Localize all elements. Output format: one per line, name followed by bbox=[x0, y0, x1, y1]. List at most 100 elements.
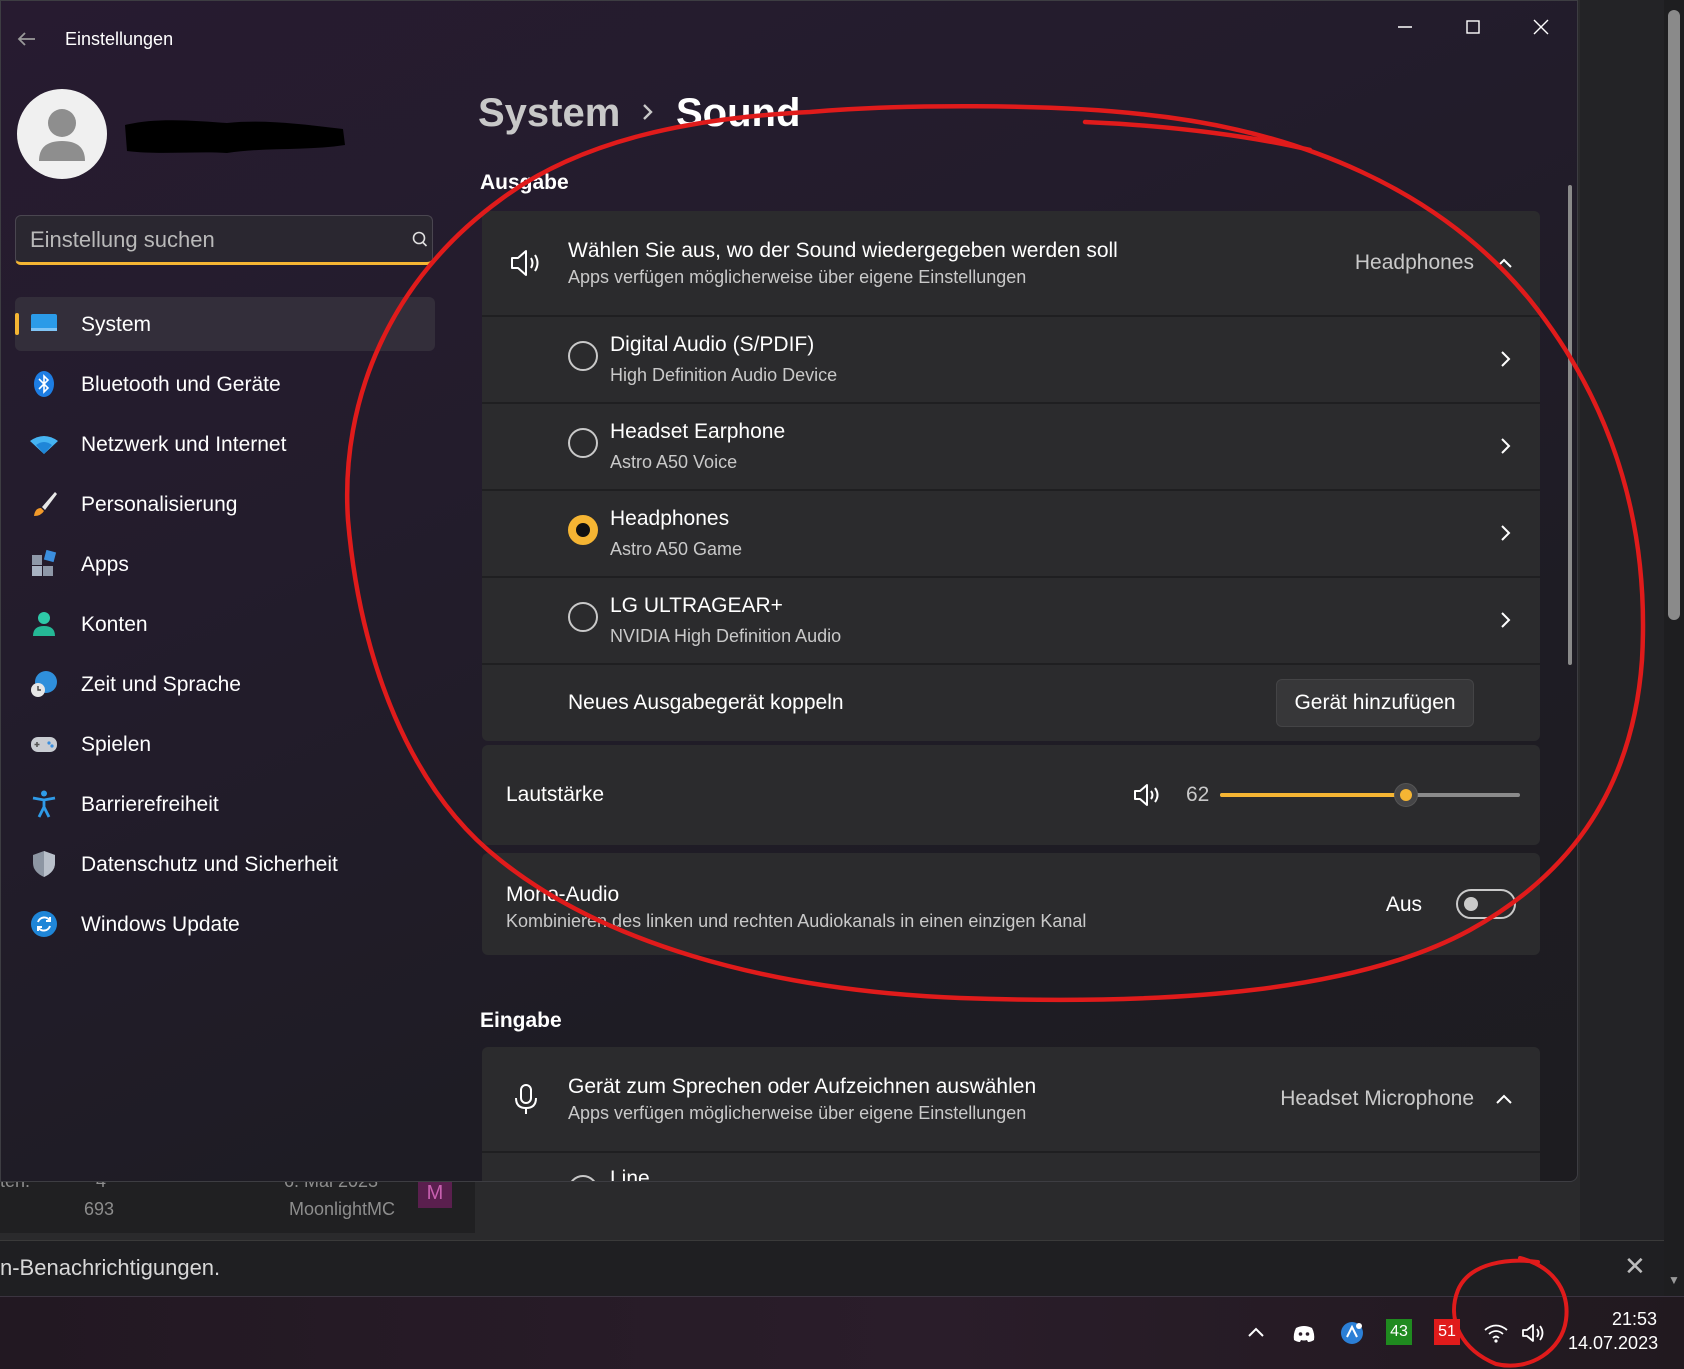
input-device-row[interactable]: Line bbox=[482, 1151, 1540, 1181]
window-title: Einstellungen bbox=[65, 29, 174, 49]
search-icon[interactable] bbox=[410, 230, 430, 250]
toggle-state-label: Aus bbox=[1385, 893, 1422, 916]
scroll-down-arrow-icon[interactable]: ▼ bbox=[1666, 1272, 1682, 1288]
discord-icon[interactable] bbox=[1290, 1319, 1318, 1347]
slider-thumb[interactable] bbox=[1394, 783, 1418, 807]
mono-audio-card: Mono-Audio Kombinieren des linken und re… bbox=[482, 853, 1540, 955]
sidebar-item-accessibility[interactable]: Barrierefreiheit bbox=[15, 777, 435, 837]
sidebar-item-label: Spielen bbox=[81, 733, 152, 756]
row-count-2: 693 bbox=[84, 1199, 115, 1219]
chevron-up-icon[interactable] bbox=[1494, 255, 1514, 271]
background-scrollbar-thumb[interactable] bbox=[1668, 10, 1680, 620]
microphone-icon bbox=[515, 1084, 537, 1114]
close-window-button[interactable] bbox=[1517, 11, 1565, 43]
input-header-title: Gerät zum Sprechen oder Aufzeichnen ausw… bbox=[568, 1075, 1037, 1098]
radio-button[interactable] bbox=[568, 1175, 598, 1181]
clock-date[interactable]: 14.07.2023 bbox=[1568, 1333, 1658, 1354]
globe-clock-icon bbox=[31, 671, 57, 697]
chevron-right-icon[interactable] bbox=[1500, 610, 1512, 630]
input-header-subtitle: Apps verfügen möglicherweise über eigene… bbox=[568, 1103, 1027, 1123]
clock-time[interactable]: 21:53 bbox=[1612, 1309, 1657, 1330]
redacted-username bbox=[125, 120, 345, 153]
account-icon bbox=[33, 612, 55, 636]
section-title-input: Eingabe bbox=[480, 1009, 562, 1032]
minimize-button[interactable] bbox=[1381, 11, 1429, 43]
wifi-icon bbox=[30, 436, 58, 454]
breadcrumb-parent[interactable]: System bbox=[478, 91, 620, 136]
sidebar-item-privacy[interactable]: Datenschutz und Sicherheit bbox=[15, 837, 435, 897]
radio-button[interactable] bbox=[568, 341, 598, 371]
chevron-right-icon[interactable] bbox=[1500, 436, 1512, 456]
app-tray-icon[interactable] bbox=[1338, 1319, 1366, 1347]
device-name: Headphones bbox=[610, 507, 730, 530]
sidebar-item-label: Personalisierung bbox=[81, 493, 238, 516]
sidebar-item-label: Konten bbox=[81, 613, 148, 636]
sidebar-item-system[interactable]: System bbox=[15, 297, 435, 351]
bluetooth-icon bbox=[34, 371, 54, 397]
output-device-row[interactable]: Digital Audio (S/PDIF) High Definition A… bbox=[482, 315, 1540, 402]
sidebar-item-personalization[interactable]: Personalisierung bbox=[15, 477, 435, 537]
sidebar-item-accounts[interactable]: Konten bbox=[15, 597, 435, 657]
apps-icon bbox=[32, 549, 57, 576]
red-badge-icon[interactable]: 51 bbox=[1434, 1319, 1460, 1345]
mono-audio-toggle[interactable] bbox=[1456, 889, 1516, 919]
sidebar-item-label: Zeit und Sprache bbox=[81, 673, 241, 696]
back-arrow-icon[interactable] bbox=[13, 25, 41, 53]
volume-icon[interactable] bbox=[1520, 1319, 1548, 1347]
close-icon[interactable]: ✕ bbox=[1624, 1251, 1646, 1282]
chevron-right-icon[interactable] bbox=[1500, 523, 1512, 543]
output-device-row[interactable]: Headphones Astro A50 Game bbox=[482, 489, 1540, 576]
output-device-row[interactable]: Headset Earphone Astro A50 Voice bbox=[482, 402, 1540, 489]
sidebar-nav: System Bluetooth und Geräte Netzwerk und… bbox=[15, 297, 435, 957]
output-header-title: Wählen Sie aus, wo der Sound wiedergegeb… bbox=[568, 239, 1118, 262]
device-name: LG ULTRAGEAR+ bbox=[610, 594, 783, 617]
content-scrollbar[interactable] bbox=[1568, 185, 1572, 665]
output-device-card: Wählen Sie aus, wo der Sound wiedergegeb… bbox=[482, 211, 1540, 741]
radio-button-checked[interactable] bbox=[568, 515, 598, 545]
background-forum-row: ten. 4 693 6. Mai 2023 MoonlightMC bbox=[0, 1171, 475, 1233]
sidebar-item-gaming[interactable]: Spielen bbox=[15, 717, 435, 777]
green-badge-icon[interactable]: 43 bbox=[1386, 1319, 1412, 1345]
device-description: Astro A50 Voice bbox=[610, 452, 738, 472]
user-avatar[interactable]: M bbox=[418, 1178, 452, 1208]
row-user[interactable]: MoonlightMC bbox=[289, 1199, 395, 1220]
pair-output-label: Neues Ausgabegerät koppeln bbox=[568, 691, 844, 714]
sidebar-item-network[interactable]: Netzwerk und Internet bbox=[15, 417, 435, 477]
accessibility-icon bbox=[32, 790, 56, 818]
chevron-up-icon[interactable] bbox=[1494, 1091, 1514, 1107]
person-icon bbox=[39, 109, 85, 161]
output-device-header[interactable]: Wählen Sie aus, wo der Sound wiedergegeb… bbox=[482, 211, 1540, 315]
chevron-right-icon[interactable] bbox=[1500, 349, 1512, 369]
settings-search[interactable] bbox=[15, 215, 433, 265]
add-device-button[interactable]: Gerät hinzufügen bbox=[1276, 679, 1474, 727]
sidebar-item-windows-update[interactable]: Windows Update bbox=[15, 897, 435, 957]
search-input[interactable] bbox=[30, 226, 390, 254]
device-name: Digital Audio (S/PDIF) bbox=[610, 333, 815, 356]
brush-icon bbox=[34, 492, 57, 516]
speaker-icon[interactable] bbox=[1132, 781, 1164, 809]
sidebar-item-apps[interactable]: Apps bbox=[15, 537, 435, 597]
sidebar-item-label: Datenschutz und Sicherheit bbox=[81, 853, 338, 876]
chevron-right-icon bbox=[643, 104, 653, 120]
page-title: Sound bbox=[676, 91, 801, 135]
sidebar-item-label: Apps bbox=[81, 553, 129, 576]
input-device-header[interactable]: Gerät zum Sprechen oder Aufzeichnen ausw… bbox=[482, 1047, 1540, 1151]
title-bar: Einstellungen bbox=[1, 1, 1577, 75]
update-icon bbox=[31, 911, 57, 937]
radio-button[interactable] bbox=[568, 602, 598, 632]
sidebar-item-bluetooth[interactable]: Bluetooth und Geräte bbox=[15, 357, 435, 417]
volume-slider[interactable] bbox=[1220, 783, 1520, 807]
chevron-up-icon[interactable] bbox=[1244, 1319, 1268, 1347]
maximize-button[interactable] bbox=[1449, 11, 1497, 43]
output-device-row[interactable]: LG ULTRAGEAR+ NVIDIA High Definition Aud… bbox=[482, 576, 1540, 663]
radio-button[interactable] bbox=[568, 428, 598, 458]
active-indicator bbox=[15, 313, 19, 335]
section-title-output: Ausgabe bbox=[480, 171, 569, 194]
profile-avatar[interactable] bbox=[17, 89, 107, 179]
maximize-icon bbox=[1466, 20, 1480, 34]
notification-bar: n-Benachrichtigungen. ✕ bbox=[0, 1240, 1664, 1296]
input-device-card: Gerät zum Sprechen oder Aufzeichnen ausw… bbox=[482, 1047, 1540, 1181]
device-name: Headset Earphone bbox=[610, 420, 786, 443]
sidebar-item-time-language[interactable]: Zeit und Sprache bbox=[15, 657, 435, 717]
wifi-icon[interactable] bbox=[1482, 1319, 1510, 1347]
